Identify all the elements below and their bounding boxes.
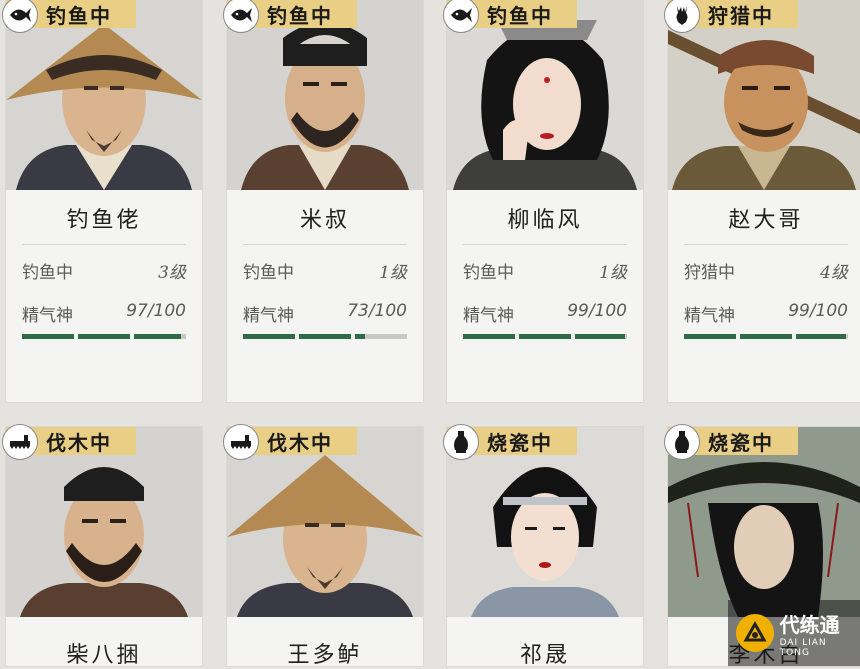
character-name: 王多鲈 (287, 643, 363, 668)
status-label: 钓鱼中 (267, 3, 333, 28)
energy-label: 精气神 (243, 306, 294, 326)
character-card[interactable]: 钓鱼中 柳临风 钓鱼中 1级 精气神 99/100 (443, 0, 643, 402)
character-card[interactable]: 钓鱼中 米叔 钓鱼中 1级 精气神 73/100 (223, 0, 423, 402)
character-portrait (6, 0, 202, 190)
task-row: 狩猎中 4级 (684, 258, 848, 283)
divider (243, 244, 407, 245)
status-tag: 钓鱼中 (223, 0, 357, 33)
energy-value: 99/100 (788, 301, 848, 321)
energy-value: 97/100 (126, 301, 186, 321)
status-tag: 狩猎中 (664, 0, 798, 33)
status-tag: 烧瓷中 (664, 424, 798, 460)
divider (684, 244, 848, 245)
status-label: 钓鱼中 (46, 3, 112, 28)
task-label: 钓鱼中 (463, 263, 514, 283)
energy-label: 精气神 (463, 306, 514, 326)
skill-level: 1级 (379, 263, 407, 283)
saw-icon (223, 424, 259, 460)
status-tag: 伐木中 (223, 424, 357, 460)
status-label: 伐木中 (267, 430, 333, 455)
energy-label: 精气神 (22, 306, 73, 326)
energy-value: 99/100 (567, 301, 627, 321)
divider (463, 244, 627, 245)
energy-row: 精气神 99/100 (684, 301, 848, 326)
character-portrait (668, 427, 860, 617)
watermark: 代练通 DAI LIAN TONG (728, 600, 860, 666)
status-label: 烧瓷中 (487, 430, 553, 455)
character-name: 米叔 (299, 208, 350, 233)
character-name: 柴八捆 (66, 643, 142, 668)
character-portrait (6, 427, 202, 617)
task-row: 钓鱼中 1级 (463, 258, 627, 283)
character-portrait (668, 0, 860, 190)
saw-icon (2, 424, 38, 460)
task-label: 钓鱼中 (243, 263, 294, 283)
energy-row: 精气神 97/100 (22, 301, 186, 326)
task-row: 钓鱼中 3级 (22, 258, 186, 283)
status-tag: 钓鱼中 (2, 0, 136, 33)
divider (22, 244, 186, 245)
skill-level: 3级 (158, 263, 186, 283)
character-name: 赵大哥 (728, 208, 804, 233)
skill-level: 1级 (599, 263, 627, 283)
character-card[interactable]: 狩猎中 赵大哥 狩猎中 4级 精气神 99/100 (664, 0, 860, 402)
energy-label: 精气神 (684, 306, 735, 326)
vase-icon (664, 424, 700, 460)
status-label: 烧瓷中 (708, 430, 774, 455)
watermark-name: 代练通 (779, 612, 840, 637)
status-tag: 钓鱼中 (443, 0, 577, 33)
status-label: 狩猎中 (708, 3, 774, 28)
character-portrait (227, 0, 423, 190)
status-label: 钓鱼中 (487, 3, 553, 28)
task-label: 狩猎中 (684, 263, 735, 283)
character-card[interactable]: 伐木中 王多鲈 (223, 424, 423, 668)
character-portrait (447, 0, 643, 190)
energy-row: 精气神 99/100 (463, 301, 627, 326)
character-card[interactable]: 烧瓷中 祁晟 (443, 424, 643, 668)
vase-icon (443, 424, 479, 460)
character-portrait (227, 427, 423, 617)
energy-value: 73/100 (347, 301, 407, 321)
status-tag: 伐木中 (2, 424, 136, 460)
character-card[interactable]: 伐木中 柴八捆 (2, 424, 202, 668)
watermark-sub: DAI LIAN TONG (779, 637, 827, 658)
status-tag: 烧瓷中 (443, 424, 577, 460)
energy-row: 精气神 73/100 (243, 301, 407, 326)
character-name: 钓鱼佬 (66, 208, 142, 233)
skill-level: 4级 (820, 263, 848, 283)
character-name: 祁晟 (519, 643, 570, 668)
daliantong-logo (736, 614, 774, 652)
status-label: 伐木中 (46, 430, 112, 455)
character-card[interactable]: 钓鱼中 钓鱼佬 钓鱼中 3级 精气神 97/100 (2, 0, 202, 402)
character-portrait (447, 427, 643, 617)
task-row: 钓鱼中 1级 (243, 258, 407, 283)
task-label: 钓鱼中 (22, 263, 73, 283)
character-name: 柳临风 (507, 208, 583, 233)
